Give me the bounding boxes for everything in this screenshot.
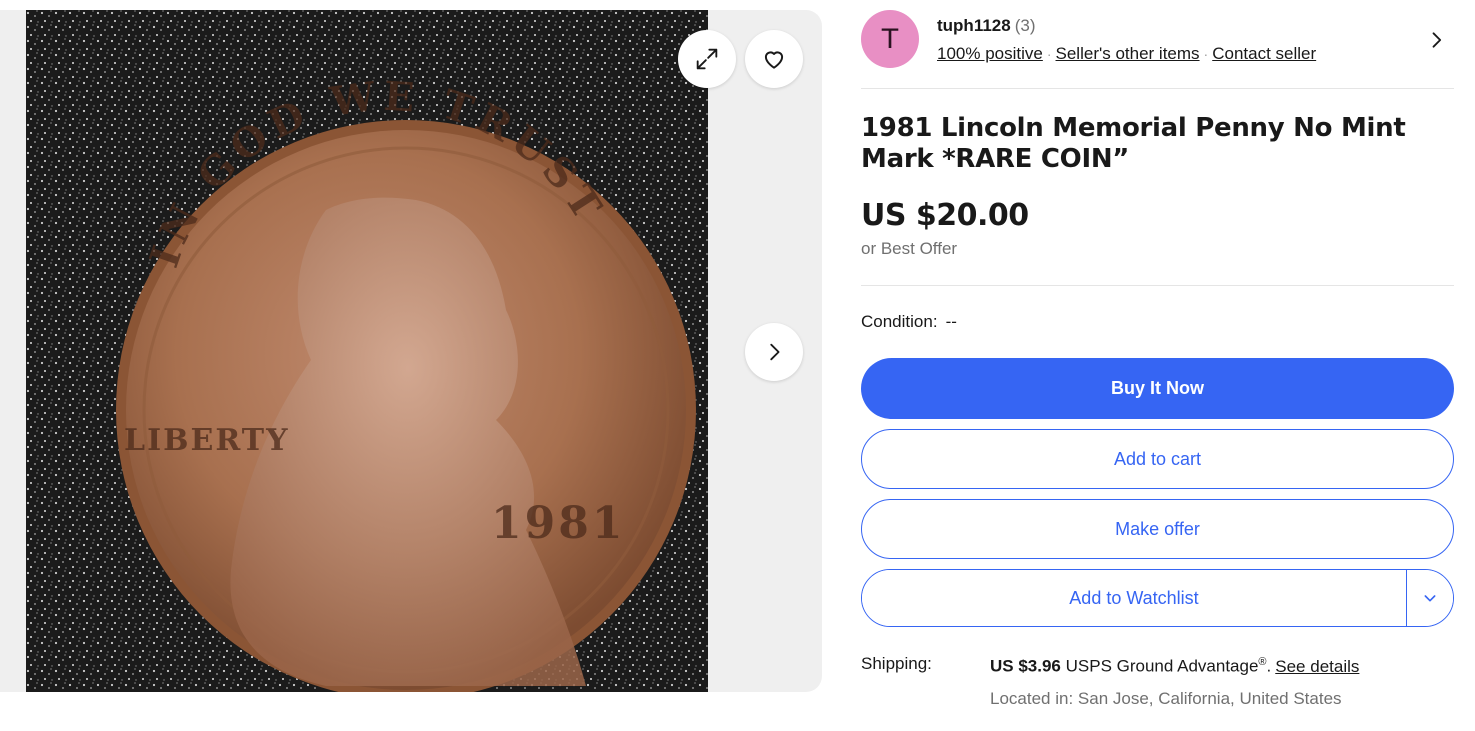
coin-image: IN GOD WE TRUST LIBERTY 1981 (26, 10, 708, 692)
expand-image-button[interactable] (678, 30, 736, 88)
seller-feedback-count: (3) (1014, 16, 1036, 35)
shipping-cost: US $3.96 (990, 656, 1061, 676)
buy-it-now-button[interactable]: Buy It Now (861, 358, 1454, 419)
watchlist-split-button: Add to Watchlist (861, 569, 1454, 627)
coin-year: 1981 (491, 498, 625, 549)
contact-seller-link[interactable]: Contact seller (1212, 44, 1316, 63)
seller-name[interactable]: tuph1128 (937, 16, 1011, 35)
chevron-right-icon (770, 343, 780, 361)
seller-name-row: tuph1128 (3) (937, 16, 1035, 36)
divider (861, 88, 1454, 89)
chevron-down-icon (1424, 595, 1436, 602)
add-to-watchlist-button[interactable]: Add to Watchlist (862, 570, 1406, 626)
best-offer-note: or Best Offer (861, 239, 958, 258)
seller-other-items-link[interactable]: Seller's other items (1056, 44, 1200, 63)
add-to-cart-button[interactable]: Add to cart (861, 429, 1454, 489)
shipping-info: US $3.96 USPS Ground Advantage®. See deta… (990, 656, 1359, 677)
item-location: Located in: San Jose, California, United… (990, 689, 1342, 708)
seller-card: T tuph1128 (3) 100% positive · Seller's oth… (861, 10, 1454, 72)
listing-photo[interactable]: IN GOD WE TRUST LIBERTY 1981 (26, 10, 708, 692)
image-gallery: IN GOD WE TRUST LIBERTY 1981 (0, 10, 822, 692)
listing-price: US $20.00 (861, 198, 1029, 233)
chevron-right-icon (1432, 32, 1442, 48)
coin-liberty: LIBERTY (124, 423, 290, 458)
listing-title: 1981 Lincoln Memorial Penny No Mint Mark… (861, 113, 1406, 174)
heart-icon (764, 51, 784, 69)
seller-avatar[interactable]: T (861, 10, 919, 68)
next-image-button[interactable] (745, 323, 803, 381)
watchlist-dropdown-button[interactable] (1406, 570, 1453, 626)
separator-dot: · (1046, 46, 1052, 62)
watch-heart-button[interactable] (745, 30, 803, 88)
expand-icon (696, 48, 718, 70)
positive-feedback-link[interactable]: 100% positive (937, 44, 1043, 63)
make-offer-button[interactable]: Make offer (861, 499, 1454, 559)
shipping-label: Shipping: (861, 654, 932, 673)
condition-row: Condition: -- (861, 312, 957, 332)
seller-links: 100% positive · Seller's other items · Conta… (937, 44, 1316, 64)
shipping-service: USPS Ground Advantage (1065, 656, 1259, 676)
condition-value: -- (945, 312, 957, 331)
divider (861, 285, 1454, 286)
registered-mark: ® (1258, 656, 1267, 668)
see-details-link[interactable]: See details (1275, 657, 1359, 676)
seller-expand-button[interactable] (1426, 30, 1446, 55)
shipping-period: . (1266, 656, 1272, 676)
condition-label: Condition: (861, 312, 938, 331)
separator-dot: · (1203, 46, 1209, 62)
